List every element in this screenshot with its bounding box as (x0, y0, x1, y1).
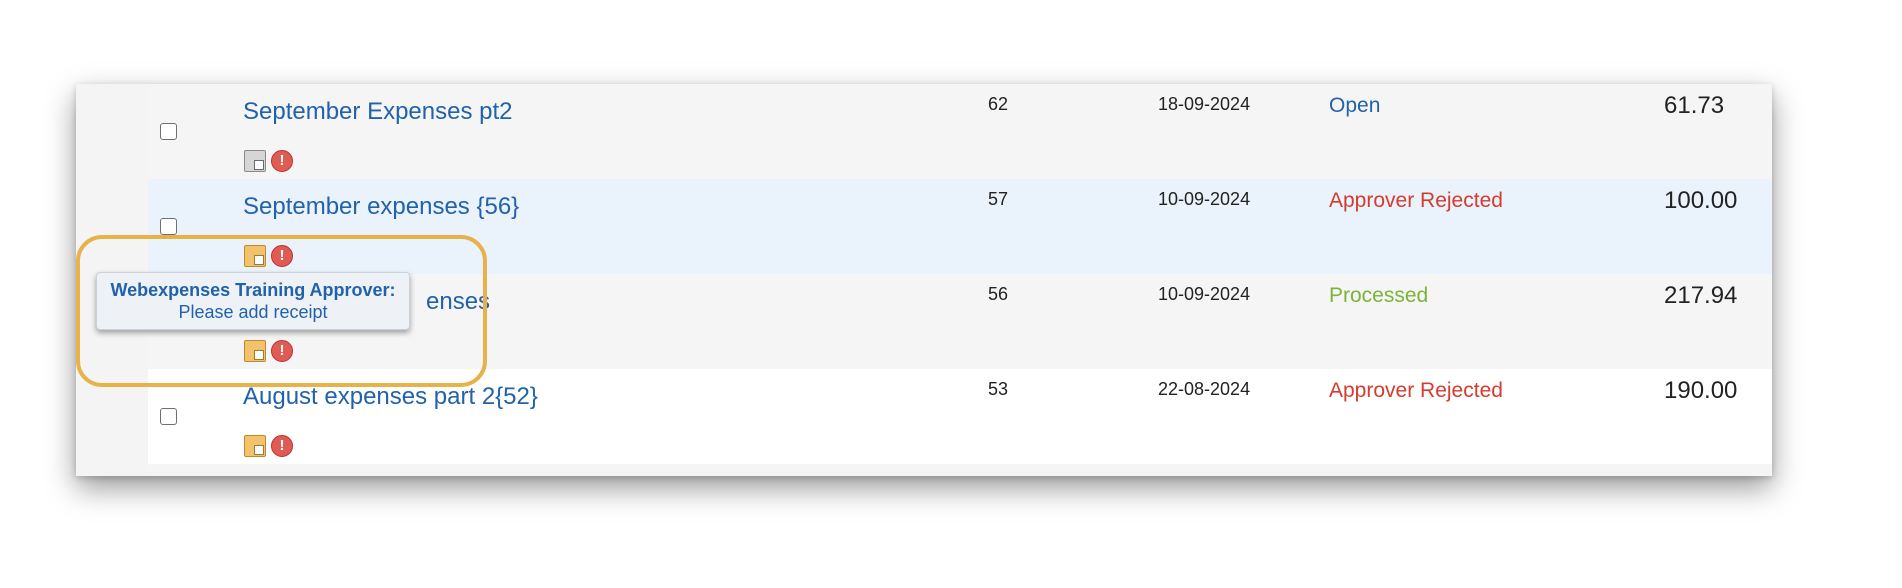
expense-number: 62 (988, 94, 1009, 114)
expense-amount: 217.94 (1664, 282, 1738, 309)
expense-amount: 100.00 (1664, 187, 1738, 214)
warning-icon[interactable]: ! (271, 245, 293, 267)
status-text: Approver Rejected (1329, 379, 1503, 402)
row-checkbox[interactable] (160, 123, 177, 140)
expense-date: 22-08-2024 (1158, 379, 1251, 399)
expense-title-link[interactable]: enses (426, 288, 490, 316)
tooltip-author: Webexpenses Training Approver: (110, 280, 396, 300)
warning-icon[interactable]: ! (271, 340, 293, 362)
row-checkbox[interactable] (160, 218, 177, 235)
expense-date: 10-09-2024 (1158, 284, 1251, 304)
note-icon[interactable] (244, 245, 266, 267)
status-text: Approver Rejected (1329, 189, 1503, 212)
expense-date: 18-09-2024 (1158, 94, 1251, 114)
expense-number: 56 (988, 284, 1009, 304)
note-icon[interactable] (244, 435, 266, 457)
table-row: September Expenses pt2 ! 62 18-09-2024 O… (148, 84, 1772, 179)
warning-icon[interactable]: ! (271, 435, 293, 457)
warning-icon[interactable]: ! (271, 150, 293, 172)
table-row: September expenses {56} ! 57 10-09-2024 … (148, 179, 1772, 274)
note-icon[interactable] (244, 150, 266, 172)
row-checkbox[interactable] (160, 408, 177, 425)
expense-number: 57 (988, 189, 1009, 209)
note-icon[interactable] (244, 340, 266, 362)
expense-title-link[interactable]: September expenses {56} (243, 193, 519, 221)
expense-date: 10-09-2024 (1158, 189, 1251, 209)
table-row: August expenses part 2{52} ! 53 22-08-20… (148, 369, 1772, 464)
tooltip-message: Please add receipt (178, 302, 328, 322)
expense-title-link[interactable]: August expenses part 2{52} (243, 383, 538, 411)
expense-amount: 61.73 (1664, 92, 1725, 119)
tooltip: Webexpenses Training Approver: Please ad… (96, 272, 410, 330)
expense-title-link[interactable]: September Expenses pt2 (243, 98, 513, 126)
expense-number: 53 (988, 379, 1009, 399)
table-row-partial (148, 464, 1772, 476)
status-text: Open (1329, 94, 1381, 117)
expense-amount: 190.00 (1664, 377, 1738, 404)
status-text: Processed (1329, 284, 1429, 307)
